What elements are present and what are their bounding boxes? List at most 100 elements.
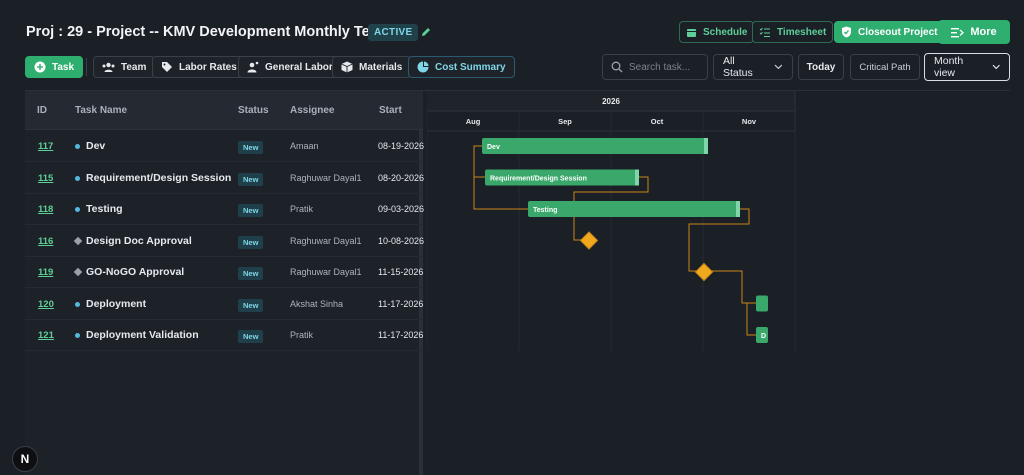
- add-task-button[interactable]: Task: [25, 56, 84, 78]
- status-filter-value: All Status: [723, 55, 753, 79]
- team-button[interactable]: Team: [93, 56, 156, 78]
- status-filter-select[interactable]: All Status: [713, 54, 793, 80]
- chevron-down-icon: [774, 64, 783, 70]
- task-assignee: Pratik: [290, 204, 314, 214]
- task-start-date: 11-17-2026: [378, 330, 424, 340]
- year-label: 2026: [602, 97, 620, 106]
- users-icon: [102, 62, 115, 72]
- task-name: Deployment Validation: [86, 329, 199, 341]
- critical-path-button[interactable]: Critical Path: [850, 54, 920, 80]
- task-start-date: 09-03-2026: [378, 204, 425, 214]
- task-assignee: Akshat Sinha: [290, 298, 344, 309]
- table-row[interactable]: 121 Deployment Validation New Pratik 11-17-2…: [25, 320, 423, 351]
- pencil-icon[interactable]: [420, 26, 432, 38]
- task-label: Task: [52, 61, 75, 73]
- page-title: Proj : 29 - Project -- KMV Development M…: [26, 24, 383, 40]
- bar-resize-handle: [736, 201, 740, 217]
- toolbar-divider: [86, 58, 87, 76]
- status-badge: New: [238, 267, 264, 280]
- timesheet-label: Timesheet: [777, 26, 827, 38]
- search-input[interactable]: [629, 61, 699, 73]
- closeout-label: Closeout Project: [858, 26, 938, 38]
- box-icon: [341, 61, 353, 73]
- task-marker: [75, 301, 80, 307]
- task-name: Design Doc Approval: [86, 234, 192, 247]
- search-icon: [611, 61, 623, 73]
- plus-circle-icon: [34, 61, 46, 73]
- task-id-link[interactable]: 117: [38, 141, 53, 152]
- more-button[interactable]: More: [938, 20, 1010, 44]
- bar-resize-handle: [704, 138, 708, 154]
- task-id-link[interactable]: 121: [38, 330, 54, 341]
- column-header-id[interactable]: ID: [37, 105, 47, 116]
- task-id-link[interactable]: 120: [38, 299, 54, 310]
- menu-icon: [951, 27, 965, 37]
- task-name: Requirement/Design Session: [86, 171, 232, 184]
- status-badge: New: [238, 330, 264, 343]
- view-select[interactable]: Month view: [924, 53, 1010, 81]
- dependency-link: [688, 208, 750, 272]
- task-marker: [75, 175, 80, 181]
- status-badge: ACTIVE: [368, 24, 419, 41]
- dependency-link: [746, 302, 756, 336]
- task-marker: [75, 144, 80, 149]
- task-id-link[interactable]: 115: [38, 173, 53, 184]
- month-label: Nov: [742, 117, 757, 126]
- worker-icon: [247, 61, 259, 73]
- table-row[interactable]: 120 Deployment New Akshat Sinha 11-17-2026: [25, 289, 423, 320]
- task-bar-label: D: [761, 333, 766, 340]
- task-bar-label: Requirement/Design Session: [490, 176, 587, 183]
- task-start-date: 11-17-2026: [378, 298, 424, 309]
- general-labor-button[interactable]: General Labor: [238, 56, 342, 78]
- status-badge: New: [238, 235, 264, 249]
- schedule-button[interactable]: Schedule: [679, 21, 755, 43]
- table-row[interactable]: 118 Testing New Pratik 09-03-2026: [25, 194, 425, 225]
- task-assignee: Amaan: [290, 141, 319, 151]
- milestone-marker: [73, 236, 83, 245]
- table-row[interactable]: 116 Design Doc Approval New Raghuwar Dayal1…: [25, 226, 425, 257]
- month-label: Sep: [558, 117, 572, 126]
- task-id-link[interactable]: 118: [38, 204, 53, 215]
- labor-rates-button[interactable]: Labor Rates: [152, 56, 246, 78]
- general-labor-label: General Labor: [265, 61, 333, 73]
- column-header-status[interactable]: Status: [238, 105, 269, 116]
- task-id-link[interactable]: 116: [38, 236, 53, 247]
- bar-resize-handle: [635, 169, 639, 186]
- task-name: Dev: [86, 140, 106, 152]
- task-id-link[interactable]: 119: [38, 267, 53, 278]
- schedule-label: Schedule: [703, 26, 748, 38]
- task-assignee: Raghuwar Dayal1: [290, 267, 362, 277]
- table-row[interactable]: 119 GO-NoGO Approval New Raghuwar Dayal1 11-…: [25, 257, 423, 288]
- status-badge: New: [238, 204, 264, 217]
- materials-button[interactable]: Materials: [332, 56, 412, 78]
- shield-check-icon: [842, 26, 851, 38]
- app-logo[interactable]: N: [12, 446, 38, 472]
- column-header-name[interactable]: Task Name: [75, 105, 127, 116]
- column-header-assignee[interactable]: Assignee: [290, 105, 334, 116]
- tag-icon: [162, 62, 172, 72]
- labor-rates-label: Labor Rates: [179, 61, 237, 73]
- table-row[interactable]: 115 Requirement/Design Session New Raghuwar…: [25, 163, 424, 194]
- materials-label: Materials: [359, 61, 403, 73]
- milestone-marker: [73, 267, 83, 277]
- timesheet-button[interactable]: Timesheet: [752, 21, 834, 43]
- more-label: More: [970, 26, 997, 38]
- gantt-chart: 2026 Aug Sep Oct Nov Dev Requirement/Design Se…: [426, 91, 1010, 475]
- column-header-start[interactable]: Start: [379, 105, 402, 116]
- pie-chart-icon: [417, 61, 429, 73]
- table-row[interactable]: 117 Dev New Amaan 08-19-2026: [25, 131, 424, 162]
- task-bar: [482, 138, 708, 154]
- task-bar: [528, 201, 740, 217]
- task-start-date: 11-15-2026: [378, 267, 424, 277]
- task-marker: [75, 333, 80, 338]
- task-start-date: 10-08-2026: [378, 235, 425, 246]
- gantt-container: ID Task Name Status Assignee Start 117 De…: [25, 90, 1010, 475]
- search-box[interactable]: [602, 54, 708, 80]
- view-select-value: Month view: [934, 55, 964, 79]
- milestone-diamond: [579, 231, 599, 250]
- chevron-down-icon: [992, 64, 1000, 70]
- today-button[interactable]: Today: [798, 54, 844, 80]
- cost-summary-button[interactable]: Cost Summary: [408, 56, 515, 78]
- month-label: Aug: [466, 117, 481, 126]
- closeout-project-button[interactable]: Closeout Project: [834, 21, 945, 43]
